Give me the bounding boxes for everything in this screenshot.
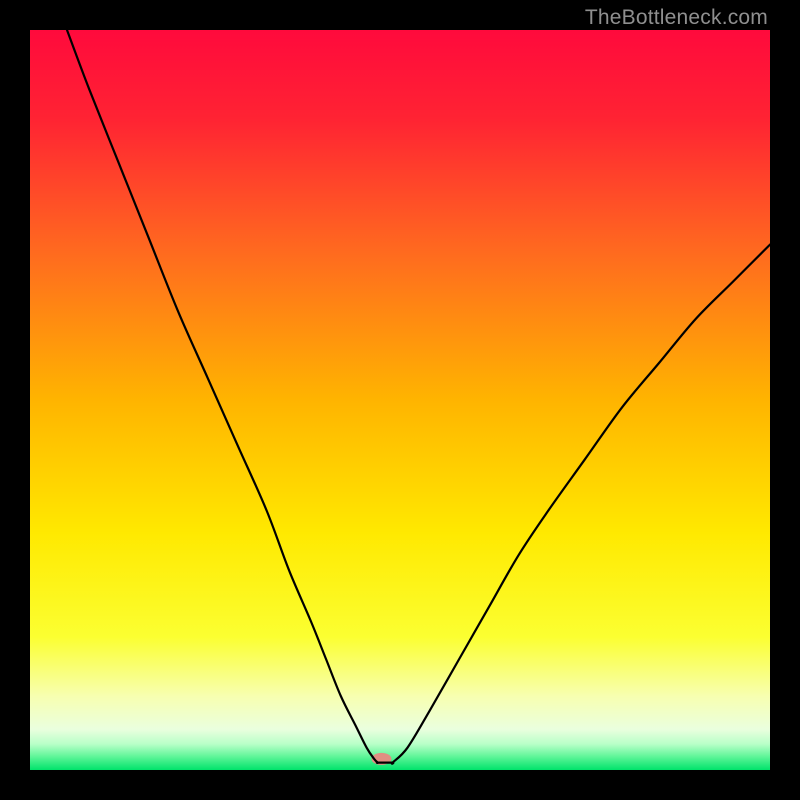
- bottleneck-curve-chart: [30, 30, 770, 770]
- plot-area: [30, 30, 770, 770]
- watermark-text: TheBottleneck.com: [585, 6, 768, 30]
- gradient-background: [30, 30, 770, 770]
- chart-frame: TheBottleneck.com: [0, 0, 800, 800]
